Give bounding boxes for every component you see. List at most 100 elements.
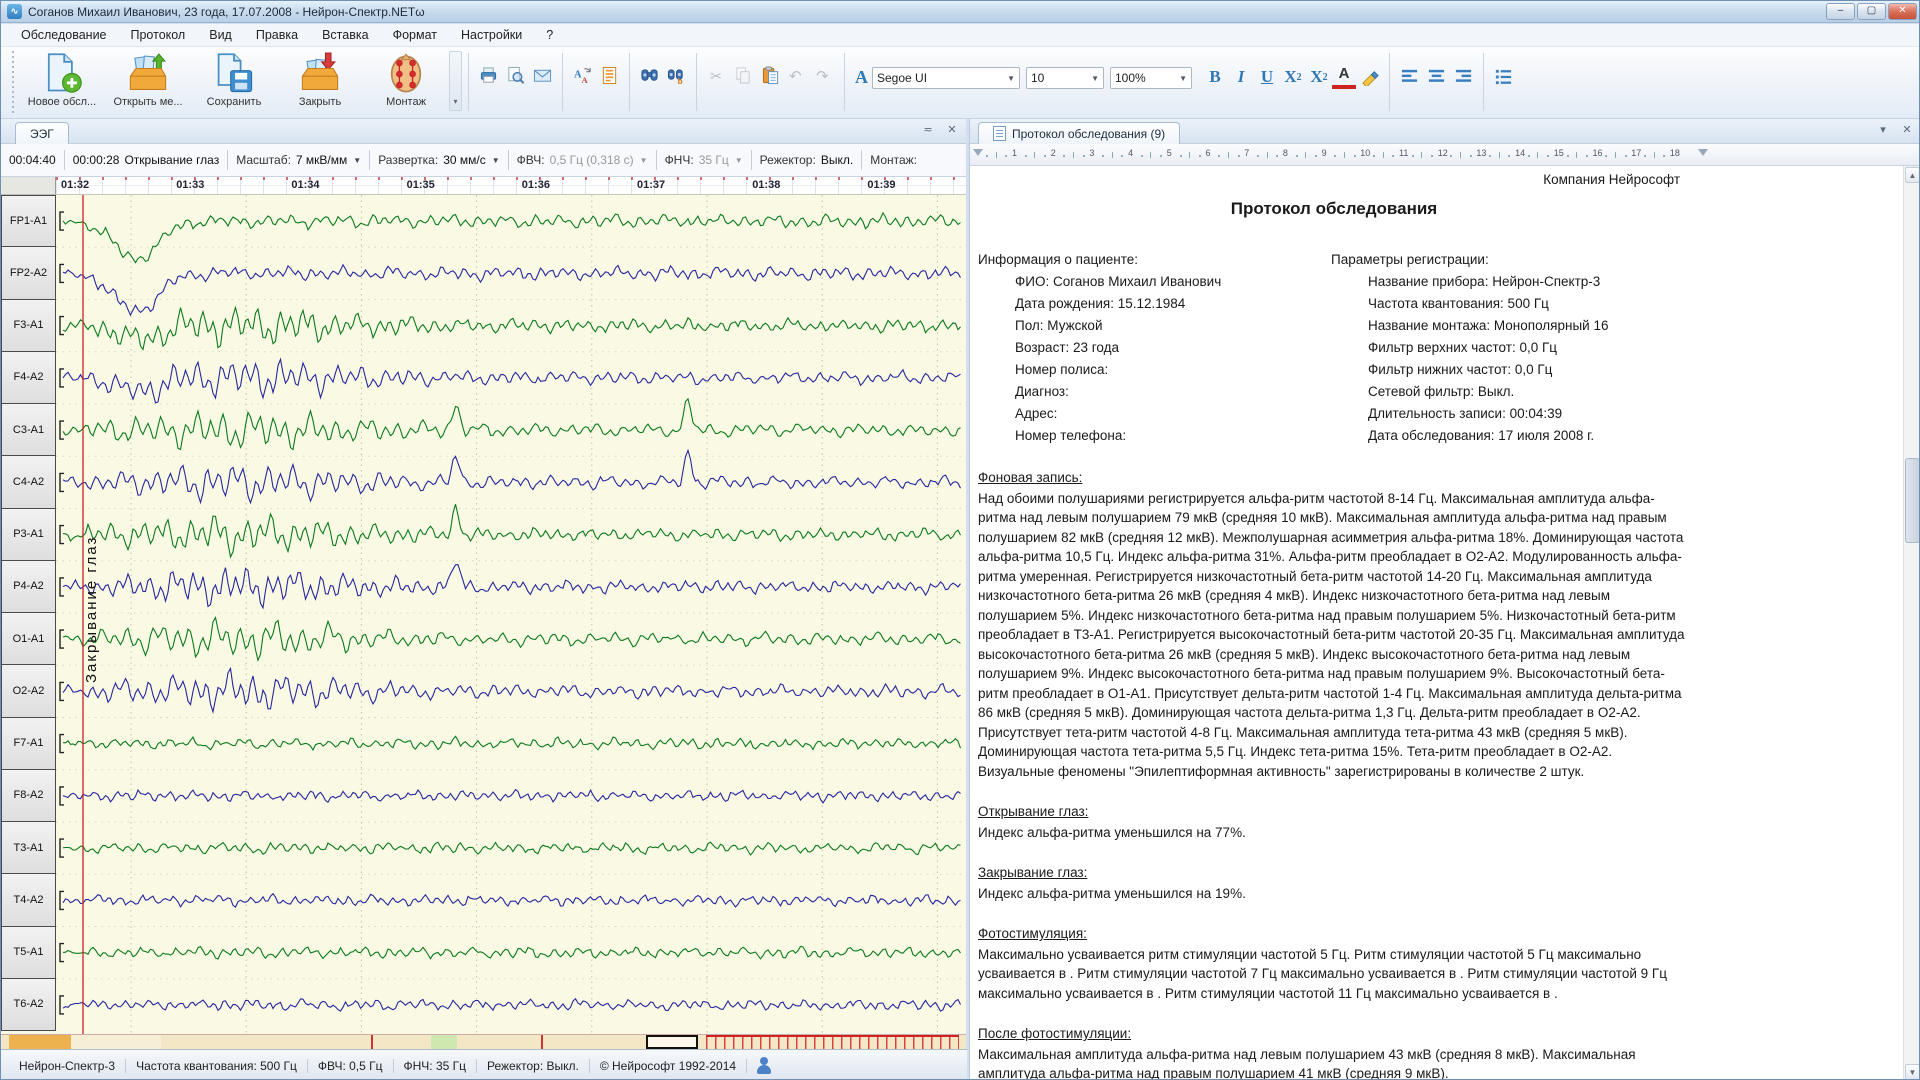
scrollbar-thumb[interactable] <box>1905 458 1920 543</box>
close-panel-icon[interactable]: ✕ <box>944 123 960 136</box>
scale-combo[interactable]: 7 мкВ/мм <box>296 153 347 167</box>
align-left-button[interactable] <box>1396 63 1423 89</box>
overview-selection-bracket <box>646 1035 698 1049</box>
tab-eeg[interactable]: ЭЭГ <box>15 122 69 144</box>
protocol-section: После фотостимуляции:Максимальная амплит… <box>978 1024 1690 1080</box>
channel-label-t6-a2[interactable]: T6-A2 <box>1 979 56 1031</box>
scroll-up-icon[interactable]: ▲ <box>1905 167 1920 183</box>
highlighter-button[interactable] <box>1356 63 1383 89</box>
channel-label-f7-a1[interactable]: F7-A1 <box>1 718 56 770</box>
channel-label-fp2-a2[interactable]: FP2-A2 <box>1 247 56 299</box>
menu-item-настройки[interactable]: Настройки <box>449 25 534 45</box>
hpf-combo[interactable]: 0,5 Гц (0,318 с) <box>550 153 634 167</box>
menu-item-обследование[interactable]: Обследование <box>9 25 119 45</box>
ruler-number: 9 <box>1322 148 1327 158</box>
channel-label-p3-a1[interactable]: P3-A1 <box>1 509 56 561</box>
tab-protocol[interactable]: Протокол обследования (9) <box>978 122 1180 144</box>
panel-menu-icon[interactable]: ▾ <box>1875 123 1891 136</box>
template-icon <box>600 66 619 90</box>
overview-current-window <box>706 1035 959 1049</box>
template-button[interactable] <box>596 65 623 91</box>
protocol-section: Фотостимуляция:Максимально усваивается р… <box>978 924 1690 1003</box>
close-panel-icon[interactable]: ✕ <box>1899 123 1915 136</box>
toolbar-drag-handle[interactable] <box>11 51 15 115</box>
chevron-down-icon[interactable]: ▼ <box>353 156 361 165</box>
toolbar-button-close-exam[interactable]: Закрыть <box>277 49 363 115</box>
protocol-document[interactable]: Компания Нейрософт Протокол обследования… <box>970 166 1920 1080</box>
document-scrollbar[interactable]: ▲ ▼ <box>1903 166 1920 1080</box>
eeg-traces[interactable]: Закрывание глаз <box>56 195 966 1034</box>
eeg-chart-area[interactable]: 01:3201:3301:3401:3501:3601:3701:3801:39… <box>1 177 966 1034</box>
font-size-combo[interactable]: 10 ▼ <box>1026 67 1104 89</box>
document-icon <box>993 126 1006 141</box>
left-margin-marker[interactable] <box>973 149 983 156</box>
subscript-button[interactable]: X2 <box>1280 63 1306 91</box>
align-right-button[interactable] <box>1450 63 1477 89</box>
channel-label-p4-a2[interactable]: P4-A2 <box>1 561 56 613</box>
toolbar-button-label: Монтаж <box>386 96 426 108</box>
find-replace-button[interactable]: b <box>663 65 690 91</box>
channel-label-c4-a2[interactable]: C4-A2 <box>1 456 56 508</box>
paste-button[interactable] <box>757 65 784 91</box>
channel-label-f8-a2[interactable]: F8-A2 <box>1 770 56 822</box>
bold-button[interactable]: B <box>1202 63 1228 91</box>
right-margin-marker[interactable] <box>1698 149 1708 156</box>
toolbar-button-open-exam[interactable]: Открыть ме... <box>105 49 191 115</box>
print-button[interactable] <box>475 65 502 91</box>
channel-label-f3-a1[interactable]: F3-A1 <box>1 300 56 352</box>
font-family-combo[interactable]: Segoe UI ▼ <box>872 67 1020 89</box>
company-line: Компания Нейрософт <box>978 172 1690 187</box>
ruler-number: 3 <box>1089 148 1094 158</box>
collapse-panel-icon[interactable]: ≂ <box>920 123 936 136</box>
toolbar-button-montage[interactable]: Монтаж <box>363 49 449 115</box>
print-preview-button[interactable] <box>502 65 529 91</box>
menu-item-вид[interactable]: Вид <box>197 25 244 45</box>
chevron-down-icon[interactable]: ▼ <box>492 156 500 165</box>
channel-label-t5-a1[interactable]: T5-A1 <box>1 927 56 979</box>
toolbar-button-save[interactable]: Сохранить <box>191 49 277 115</box>
time-label: 01:33 <box>176 179 204 191</box>
menu-item-правка[interactable]: Правка <box>244 25 310 45</box>
montage-dropdown-arrow[interactable]: ▾ <box>449 51 462 111</box>
channel-label-t3-a1[interactable]: T3-A1 <box>1 822 56 874</box>
toolbar-separator <box>629 53 630 111</box>
align-center-icon <box>1427 67 1446 86</box>
section-body: Над обоими полушариями регистрируется ал… <box>978 489 1690 782</box>
toolbar-button-label: Сохранить <box>207 96 262 108</box>
font-color-button[interactable]: A <box>1332 65 1356 89</box>
bullet-list-icon <box>1494 67 1513 86</box>
menu-item-протокол[interactable]: Протокол <box>119 25 198 45</box>
channel-label-o2-a2[interactable]: O2-A2 <box>1 665 56 717</box>
menu-item-формат[interactable]: Формат <box>381 25 449 45</box>
channel-label-t4-a2[interactable]: T4-A2 <box>1 874 56 926</box>
channel-label-c3-a1[interactable]: C3-A1 <box>1 404 56 456</box>
toolbar-button-new-exam[interactable]: Новое обсл... <box>19 49 105 115</box>
menu-item-[interactable]: ? <box>534 25 565 45</box>
user-icon[interactable] <box>755 1057 773 1075</box>
scroll-down-icon[interactable]: ▼ <box>1905 1064 1920 1080</box>
find-button[interactable] <box>636 65 663 91</box>
replace-fonts-button[interactable]: AA <box>569 65 596 91</box>
lpf-combo[interactable]: 35 Гц <box>699 153 729 167</box>
toolbar-separator <box>1389 53 1390 111</box>
patient-info-row: Дата рождения: 15.12.1984 <box>978 293 1331 315</box>
ruler-number: 5 <box>1167 148 1172 158</box>
channel-label-fp1-a1[interactable]: FP1-A1 <box>1 195 56 247</box>
underline-button[interactable]: U <box>1254 63 1280 91</box>
overview-marker <box>371 1035 373 1049</box>
toolbar-button-label: Закрыть <box>299 96 341 108</box>
bullet-list-button[interactable] <box>1490 63 1517 89</box>
italic-button[interactable]: I <box>1228 63 1254 91</box>
sweep-combo[interactable]: 30 мм/с <box>443 153 486 167</box>
menu-item-вставка[interactable]: Вставка <box>310 25 380 45</box>
superscript-button[interactable]: X2 <box>1306 63 1332 91</box>
align-center-button[interactable] <box>1423 63 1450 89</box>
send-mail-button[interactable] <box>529 65 556 91</box>
channel-label-f4-a2[interactable]: F4-A2 <box>1 352 56 404</box>
close-button[interactable]: ✕ <box>1888 3 1917 20</box>
minimize-button[interactable]: – <box>1826 3 1855 20</box>
recording-overview-strip[interactable] <box>1 1034 966 1049</box>
channel-label-o1-a1[interactable]: O1-A1 <box>1 613 56 665</box>
maximize-button[interactable]: ▢ <box>1857 3 1886 20</box>
zoom-combo[interactable]: 100% ▼ <box>1110 67 1192 89</box>
